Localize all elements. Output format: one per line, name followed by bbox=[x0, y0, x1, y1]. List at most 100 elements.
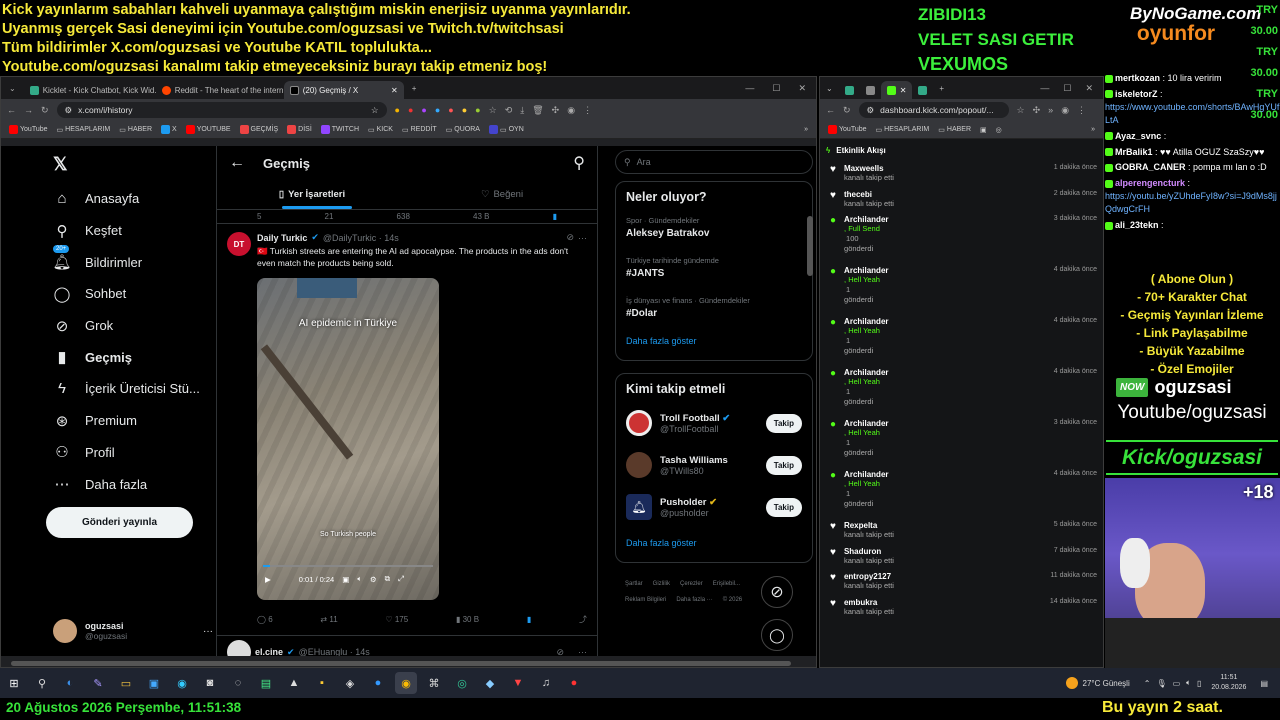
bookmark-oyn[interactable]: ▭ OYN bbox=[488, 125, 524, 134]
app-icon[interactable]: ● bbox=[367, 672, 389, 694]
app-icon[interactable]: ▪ bbox=[311, 672, 333, 694]
nav-profile[interactable]: ⚇ Profil bbox=[53, 437, 213, 469]
more-icon[interactable]: ··· bbox=[578, 647, 587, 656]
search-input[interactable]: ⚲ Ara bbox=[615, 150, 813, 174]
fullscreen-icon[interactable]: ⤢ bbox=[398, 574, 404, 584]
app-icon[interactable]: ◆ bbox=[479, 672, 501, 694]
nav-premium[interactable]: ⊛ Premium bbox=[53, 405, 213, 437]
footer-link[interactable]: Reklam Bilgileri bbox=[625, 592, 666, 608]
bookmark-folder[interactable]: ▭ HABER bbox=[938, 126, 971, 134]
elcine-avatar[interactable] bbox=[227, 640, 251, 656]
new-tab-icon[interactable]: + bbox=[933, 84, 950, 93]
bookmark-icon[interactable]: ▣ bbox=[980, 126, 987, 134]
forward-icon[interactable]: → bbox=[24, 105, 33, 115]
app-icon[interactable]: ◈ bbox=[339, 672, 361, 694]
tweet[interactable]: DT Daily Turkic ✔ @DailyTurkic · 14s ⊘ ··· 🇹… bbox=[217, 224, 597, 636]
extension-icon[interactable]: ● bbox=[475, 105, 480, 115]
tab[interactable] bbox=[912, 81, 933, 99]
more-icon[interactable]: » bbox=[1048, 105, 1053, 115]
trend-item[interactable]: Türkiye tarihinde gündemde #JANTS bbox=[626, 256, 802, 296]
extension-icon[interactable]: ● bbox=[408, 105, 413, 115]
share-icon[interactable]: ⤴ bbox=[579, 614, 587, 625]
history-icon[interactable]: ⟲ bbox=[505, 105, 513, 116]
tweet-author[interactable]: el.cine bbox=[255, 647, 283, 656]
post-button[interactable]: Gönderi yayınla bbox=[46, 507, 193, 538]
reload-icon[interactable]: ↻ bbox=[843, 105, 851, 116]
tweet-video[interactable]: AI epidemic in Türkiye So Turkish people… bbox=[257, 278, 439, 600]
trend-item[interactable]: Spor · Gündemdekiler Aleksey Batrakov bbox=[626, 216, 802, 256]
extension-icon[interactable]: ● bbox=[448, 105, 453, 115]
clock[interactable]: 11:51 20.08.2026 bbox=[1211, 673, 1246, 693]
tray-up-icon[interactable]: ⌃ bbox=[1144, 679, 1151, 688]
app-icon[interactable]: ◎ bbox=[451, 672, 473, 694]
extension-icon[interactable]: ● bbox=[462, 105, 467, 115]
footer-link[interactable]: Şartlar bbox=[625, 576, 643, 592]
menu-icon[interactable]: ⋮ bbox=[583, 105, 592, 116]
footer-link[interactable]: Çerezler bbox=[680, 576, 703, 592]
nav-grok[interactable]: ⊘ Grok bbox=[53, 310, 213, 342]
nav-notifications[interactable]: 🔔︎ 20+ Bildirimler bbox=[52, 245, 213, 278]
app-icon[interactable]: ⌘ bbox=[423, 672, 445, 694]
tab-x-history[interactable]: (20) Geçmiş / X ✕ bbox=[283, 81, 404, 99]
bookmark-folder[interactable]: ▭ HABER bbox=[119, 126, 152, 134]
video-progress[interactable] bbox=[263, 565, 433, 567]
nav-home[interactable]: ⌂ Anasayfa bbox=[53, 183, 213, 215]
network-icon[interactable]: ▭ bbox=[1173, 679, 1181, 688]
search-icon[interactable]: ⚲ bbox=[31, 672, 53, 694]
like-button[interactable]: ♡ 175 bbox=[385, 615, 408, 624]
retweet-button[interactable]: ⇄ 11 bbox=[320, 615, 337, 624]
pip-icon[interactable]: ⧉ bbox=[385, 574, 390, 584]
obs-icon[interactable]: ● bbox=[563, 672, 585, 694]
tab[interactable] bbox=[839, 81, 860, 99]
footer-link[interactable]: Gizlilik bbox=[653, 576, 670, 592]
weather-widget[interactable]: 27°C Güneşli bbox=[1065, 677, 1130, 689]
footer-link[interactable]: Daha fazla ··· bbox=[676, 592, 712, 608]
puzzle-icon[interactable]: ✣ bbox=[1033, 105, 1041, 116]
maximize-icon[interactable]: ☐ bbox=[772, 83, 780, 94]
back-icon[interactable]: ← bbox=[826, 105, 835, 115]
tab-reddit[interactable]: Reddit - The heart of the intern... bbox=[156, 81, 284, 99]
close-icon[interactable]: ✕ bbox=[900, 86, 907, 95]
grok-float-icon[interactable]: ⊘ bbox=[761, 576, 793, 608]
view-count[interactable]: 43 B bbox=[473, 212, 489, 221]
more-icon[interactable]: ··· bbox=[203, 626, 213, 637]
app-icon[interactable]: ✎ bbox=[87, 672, 109, 694]
explorer-icon[interactable]: ▭ bbox=[115, 672, 137, 694]
back-icon[interactable]: ← bbox=[7, 105, 16, 115]
views-button[interactable]: ▮ 30 B bbox=[456, 615, 479, 624]
bookmark-disi[interactable]: DİSİ bbox=[287, 125, 312, 134]
x-logo-icon[interactable]: 𝕏 bbox=[53, 154, 68, 175]
follow-button[interactable]: Takip bbox=[765, 413, 802, 433]
bookmark-kick[interactable]: ▭ KICK bbox=[368, 126, 393, 134]
new-tab-icon[interactable]: + bbox=[404, 84, 425, 93]
more-bookmarks-icon[interactable]: » bbox=[804, 126, 808, 133]
extension-icon[interactable]: ● bbox=[395, 105, 400, 115]
bookmark-filled-icon[interactable]: ▮ bbox=[527, 615, 531, 624]
bookmark-youtube-folder[interactable]: YOUTUBE bbox=[185, 125, 231, 134]
trend-item[interactable]: İş dünyası ve finans · Gündemdekiler #Dol… bbox=[626, 296, 802, 336]
horizontal-scrollbar[interactable] bbox=[11, 661, 791, 666]
star-icon[interactable]: ☆ bbox=[371, 105, 379, 116]
settings-icon[interactable]: ⚙ bbox=[370, 575, 377, 584]
camera-icon[interactable]: ◙ bbox=[199, 672, 221, 694]
notifications-icon[interactable]: ▤ bbox=[1260, 679, 1268, 688]
download-icon[interactable]: ⤓ bbox=[520, 105, 524, 116]
nav-history[interactable]: ▮ Geçmiş bbox=[53, 341, 213, 373]
bookmark-icon[interactable]: ◎ bbox=[996, 126, 1002, 134]
url-field[interactable]: ⚙ x.com/i/history ☆ bbox=[56, 102, 387, 118]
app-icon[interactable]: ▲ bbox=[283, 672, 305, 694]
nav-explore[interactable]: ⚲ Keşfet bbox=[53, 215, 213, 247]
close-window-icon[interactable]: ✕ bbox=[1085, 83, 1093, 94]
menu-icon[interactable]: ⋮ bbox=[1077, 105, 1086, 116]
reply-count[interactable]: 5 bbox=[257, 212, 261, 221]
reload-icon[interactable]: ↻ bbox=[41, 105, 49, 116]
app-icon[interactable]: ◐ bbox=[59, 672, 81, 694]
show-more-link[interactable]: Daha fazla göster bbox=[626, 336, 802, 346]
messages-float-icon[interactable]: ◯ bbox=[761, 619, 793, 651]
minimize-icon[interactable]: — bbox=[1040, 83, 1049, 94]
maximize-icon[interactable]: ☐ bbox=[1063, 83, 1071, 94]
tab-kick[interactable]: ✕ bbox=[880, 81, 913, 99]
account-switcher[interactable]: oguzsasi @oguzsasi ··· bbox=[53, 619, 213, 643]
footer-link[interactable]: Erişilebil... bbox=[713, 576, 740, 592]
bookmark-folder[interactable]: ▭ HESAPLARIM bbox=[57, 126, 111, 134]
